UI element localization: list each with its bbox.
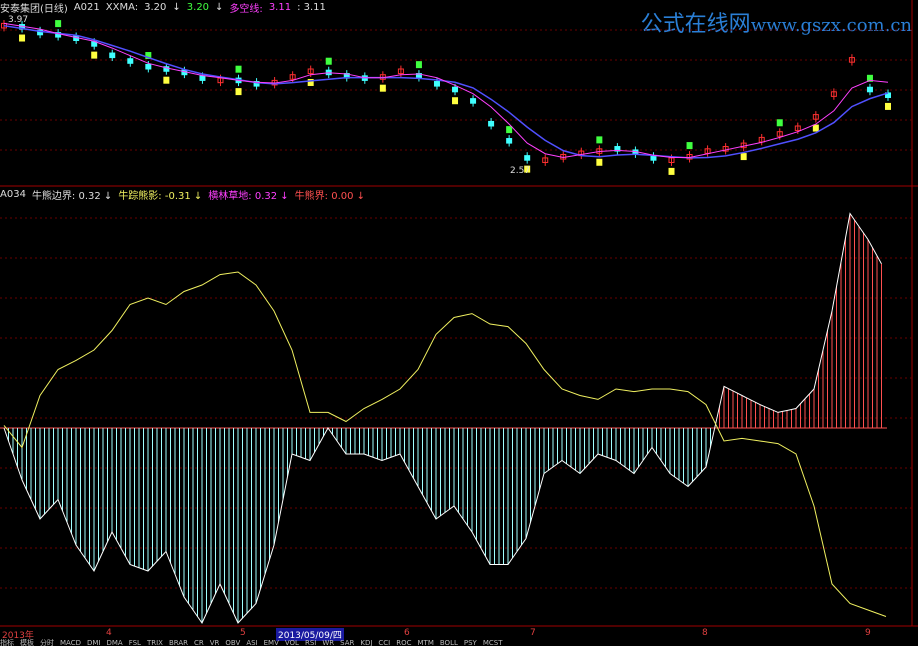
signal-marker xyxy=(91,51,98,59)
grid xyxy=(0,0,918,627)
tab-item[interactable]: WR xyxy=(322,639,334,646)
candle-body xyxy=(199,75,206,81)
month-label: 4 xyxy=(106,628,112,638)
tab-item[interactable]: ROC xyxy=(396,639,411,646)
candle-body xyxy=(506,138,513,144)
candle-body xyxy=(470,98,477,104)
tab-item[interactable]: DMA xyxy=(106,639,122,646)
signal-marker xyxy=(776,119,783,127)
tab-item[interactable]: TRIX xyxy=(147,639,163,646)
tab-item[interactable]: CCI xyxy=(378,639,390,646)
signal-marker xyxy=(19,34,26,42)
candle-body xyxy=(433,81,440,87)
tab-item[interactable]: RSI xyxy=(305,639,316,646)
candles xyxy=(1,19,891,175)
tab-item[interactable]: FSL xyxy=(129,639,141,646)
low-price-label: 2.57 xyxy=(510,166,530,176)
indicator-tabs: 指标 模板 分时 MACD DMI DMA FSL TRIX BRAR CR VR OBV ASI EMV… xyxy=(0,638,918,646)
month-label: 7 xyxy=(530,628,536,638)
candle-body xyxy=(452,86,459,93)
signal-marker xyxy=(163,76,170,84)
tab-item[interactable]: OBV xyxy=(225,639,240,646)
signal-marker xyxy=(415,61,422,69)
signal-marker xyxy=(686,142,693,150)
tab-item[interactable]: KDJ xyxy=(360,639,372,646)
candle-body xyxy=(650,155,657,161)
tab-item[interactable]: MCST xyxy=(483,639,503,646)
signal-marker xyxy=(235,65,242,73)
tab-item[interactable]: ASI xyxy=(246,639,257,646)
month-label: 8 xyxy=(702,628,708,638)
candle-body xyxy=(488,120,495,127)
tab-item[interactable]: VOL xyxy=(285,639,299,646)
chart-canvas[interactable]: 3.97 2.57 xyxy=(0,0,918,646)
candle-body xyxy=(866,86,873,93)
candle-body xyxy=(127,58,134,64)
month-label: 5 xyxy=(240,628,246,638)
month-label: 9 xyxy=(865,628,871,638)
signal-marker xyxy=(379,84,386,92)
candle-body xyxy=(109,52,116,59)
tab-item[interactable]: BOLL xyxy=(440,639,458,646)
signal-marker xyxy=(506,126,513,134)
tab-item[interactable]: CR xyxy=(194,639,204,646)
signal-marker xyxy=(885,102,891,110)
tab-item[interactable]: MACD xyxy=(60,639,81,646)
histogram xyxy=(0,212,887,625)
signal-marker xyxy=(596,136,603,144)
ma-lines xyxy=(3,22,889,159)
signal-marker xyxy=(235,88,242,96)
candle-body xyxy=(524,155,531,161)
tab-item[interactable]: EMV xyxy=(264,639,279,646)
signal-marker xyxy=(55,20,62,28)
tab-item[interactable]: 分时 xyxy=(40,639,54,646)
tab-item[interactable]: VR xyxy=(210,639,220,646)
tab-item[interactable]: MTM xyxy=(418,639,434,646)
month-label: 6 xyxy=(404,628,410,638)
candle-body xyxy=(145,63,152,70)
high-price-label: 3.97 xyxy=(8,15,28,25)
signal-marker xyxy=(596,158,603,166)
signal-marker xyxy=(740,153,747,161)
ma-line xyxy=(3,24,889,159)
signal-marker xyxy=(452,97,459,105)
tab-item[interactable]: 指标 xyxy=(0,639,14,646)
tab-item[interactable]: 模板 xyxy=(20,639,34,646)
signal-marker xyxy=(325,57,332,65)
signal-marker xyxy=(668,167,675,175)
tab-item[interactable]: BRAR xyxy=(169,639,188,646)
tab-item[interactable]: PSY xyxy=(464,639,477,646)
tab-item[interactable]: DMI xyxy=(87,639,101,646)
tab-item[interactable]: SAR xyxy=(340,639,354,646)
x-axis: 2013年 4 5 2013/05/09/四 6 7 8 9 xyxy=(0,628,918,641)
signal-marker xyxy=(812,124,819,132)
